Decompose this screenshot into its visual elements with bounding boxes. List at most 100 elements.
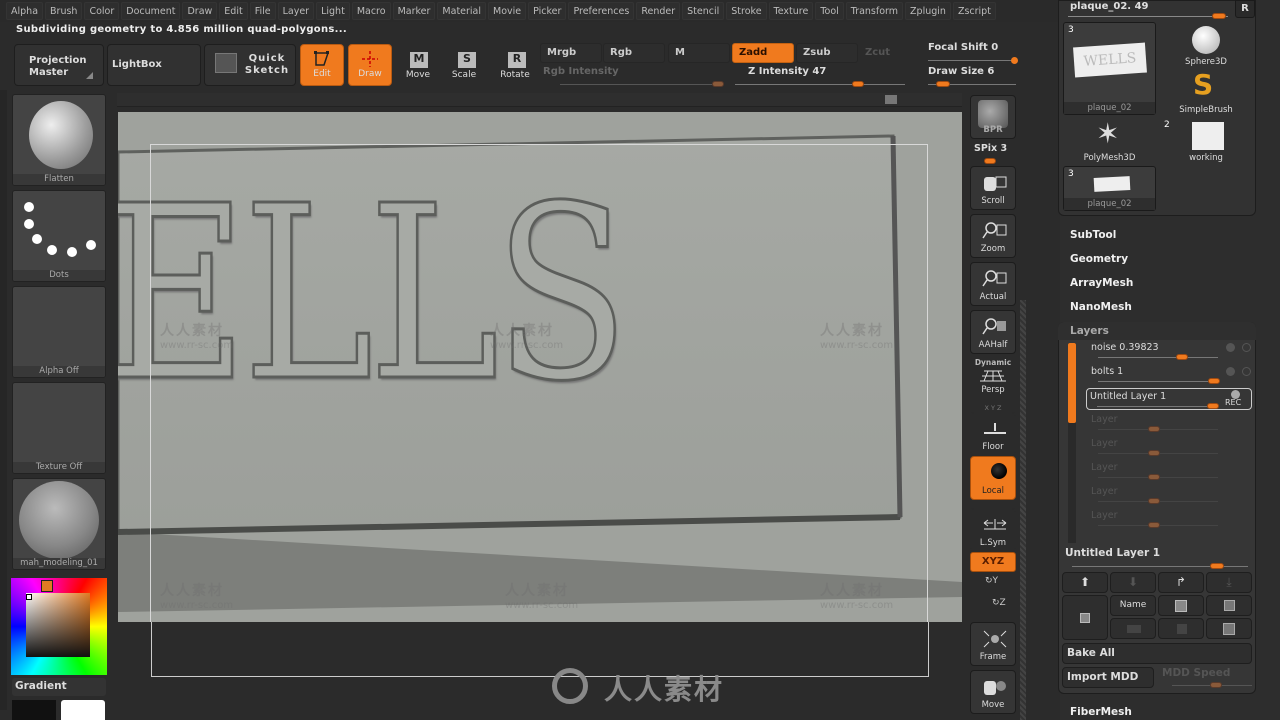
menu-alpha[interactable]: Alpha — [6, 2, 44, 20]
mdd-speed-knob[interactable] — [1210, 682, 1222, 688]
layer-record-toggle-icon[interactable] — [1242, 343, 1251, 352]
layer-row[interactable]: Layer — [1088, 436, 1253, 458]
layer-strength-knob[interactable] — [1148, 498, 1160, 504]
color-picker[interactable] — [11, 578, 107, 675]
layer-visibility-icon[interactable] — [1226, 367, 1235, 376]
menu-light[interactable]: Light — [316, 2, 350, 20]
layer-strength-knob[interactable] — [1176, 354, 1188, 360]
m-button[interactable]: M — [668, 43, 730, 63]
rgb-intensity-slider[interactable] — [560, 84, 720, 85]
edit-button[interactable]: Edit — [300, 44, 344, 86]
quick-sketch-button[interactable]: Quick Sketch — [204, 44, 296, 86]
layer-split-button[interactable]: ↱ — [1158, 572, 1204, 593]
tool-tile-polymesh3d[interactable]: ✶ PolyMesh3D — [1063, 118, 1156, 166]
layer-strength-knob[interactable] — [1208, 378, 1220, 384]
stroke-thumbnail[interactable]: Dots — [12, 190, 106, 282]
move-view-button[interactable]: Move — [970, 670, 1016, 714]
rotate-y-button[interactable]: ↻Y — [985, 576, 998, 586]
subtool-section[interactable]: SubTool — [1070, 229, 1116, 241]
move-button[interactable]: M Move — [398, 46, 438, 84]
scroll-button[interactable]: Scroll — [970, 166, 1016, 210]
tool-slider-knob[interactable] — [1212, 13, 1226, 19]
layer-visibility-icon[interactable] — [1226, 343, 1235, 352]
zcut-button[interactable]: Zcut — [858, 43, 908, 63]
tool-tile-plaque[interactable]: 3 WELLS plaque_02 — [1063, 22, 1156, 115]
floor-button[interactable]: Floor — [970, 412, 1016, 456]
nanomesh-section[interactable]: NanoMesh — [1070, 301, 1132, 313]
menu-tool[interactable]: Tool — [815, 2, 844, 20]
primary-color-swatch[interactable] — [61, 700, 105, 720]
tool-tile-working[interactable]: 2 working — [1160, 118, 1252, 166]
rotate-xyz-button[interactable]: XYZ — [970, 552, 1016, 572]
tool-tile-sphere3d[interactable]: Sphere3D — [1160, 22, 1252, 70]
lsym-button[interactable]: L.Sym — [970, 508, 1016, 552]
menu-zscript[interactable]: Zscript — [952, 2, 996, 20]
layer-strength-knob[interactable] — [1148, 426, 1160, 432]
r-button[interactable]: R — [1235, 0, 1255, 18]
local-button[interactable]: Local — [970, 456, 1016, 500]
layer-name-button[interactable]: Name — [1110, 595, 1156, 616]
persp-button[interactable]: Dynamic Persp — [970, 358, 1016, 398]
menu-marker[interactable]: Marker — [392, 2, 436, 20]
alpha-thumbnail[interactable]: Alpha Off — [12, 286, 106, 378]
bpr-button[interactable]: BPR — [970, 95, 1016, 139]
layer-record-toggle-icon[interactable] — [1242, 367, 1251, 376]
rgb-intensity-knob[interactable] — [712, 81, 724, 87]
duplicate-layer-button[interactable] — [1158, 595, 1204, 616]
layer-strength-slider[interactable] — [1098, 357, 1218, 358]
material-thumbnail[interactable]: mah_modeling_01 — [12, 478, 106, 570]
layer-strength-knob[interactable] — [1148, 474, 1160, 480]
layer-paste-button[interactable] — [1206, 618, 1252, 639]
menu-layer[interactable]: Layer — [277, 2, 315, 20]
delete-layer-button[interactable] — [1206, 595, 1252, 616]
bake-all-button[interactable]: Bake All — [1062, 643, 1252, 664]
scale-button[interactable]: S Scale — [444, 46, 484, 84]
brush-thumbnail[interactable]: Flatten — [12, 94, 106, 186]
ruler-handle[interactable] — [885, 95, 897, 104]
layer-strength-slider[interactable] — [1097, 406, 1217, 407]
menu-movie[interactable]: Movie — [488, 2, 527, 20]
zoom-button[interactable]: Zoom — [970, 214, 1016, 258]
focal-shift-knob[interactable] — [1011, 57, 1018, 64]
layer-merge-button[interactable]: ⤓ — [1206, 572, 1252, 593]
import-mdd-button[interactable]: Import MDD — [1062, 667, 1154, 688]
gradient-toggle[interactable]: Gradient — [12, 678, 106, 696]
actual-button[interactable]: Actual — [970, 262, 1016, 306]
texture-thumbnail[interactable]: Texture Off — [12, 382, 106, 474]
right-tray-edge[interactable] — [1020, 300, 1026, 720]
zadd-button[interactable]: Zadd — [732, 43, 794, 63]
draw-size-knob[interactable] — [936, 81, 950, 87]
layer-strength-knob[interactable] — [1207, 403, 1219, 409]
layer-row[interactable]: Layer — [1088, 484, 1253, 506]
color-picker-cursor[interactable] — [26, 594, 32, 600]
arraymesh-section[interactable]: ArrayMesh — [1070, 277, 1133, 289]
menu-texture[interactable]: Texture — [768, 2, 814, 20]
layer-row[interactable]: bolts 1 — [1088, 364, 1253, 386]
zsub-button[interactable]: Zsub — [796, 43, 858, 63]
menu-brush[interactable]: Brush — [45, 2, 83, 20]
layer-row[interactable]: Layer — [1088, 508, 1253, 530]
tool-tile-plaque-2[interactable]: 3 plaque_02 — [1063, 166, 1156, 211]
tool-slider[interactable] — [1068, 16, 1228, 17]
menu-stencil[interactable]: Stencil — [682, 2, 725, 20]
layer-row[interactable]: noise 0.39823 — [1088, 340, 1253, 362]
menu-stroke[interactable]: Stroke — [726, 2, 767, 20]
rgb-button[interactable]: Rgb — [603, 43, 665, 63]
projection-master-button[interactable]: Projection Master — [14, 44, 104, 86]
fibermesh-section[interactable]: FiberMesh — [1070, 706, 1132, 718]
new-layer-button[interactable] — [1062, 595, 1108, 640]
layer-strength-knob[interactable] — [1148, 450, 1160, 456]
focal-shift-slider[interactable] — [928, 60, 1016, 61]
aahalf-button[interactable]: AAHalf — [970, 310, 1016, 354]
menu-material[interactable]: Material — [437, 2, 487, 20]
z-intensity-knob[interactable] — [852, 81, 864, 87]
main-color-swatch[interactable] — [41, 580, 53, 592]
rotate-z-button[interactable]: ↻Z — [992, 598, 1006, 608]
secondary-color-swatch[interactable] — [12, 700, 56, 720]
menu-picker[interactable]: Picker — [528, 2, 567, 20]
menu-render[interactable]: Render — [636, 2, 681, 20]
layer-strength-knob[interactable] — [1148, 522, 1160, 528]
layer-row[interactable]: Layer — [1088, 412, 1253, 434]
menu-draw[interactable]: Draw — [182, 2, 218, 20]
layers-header[interactable]: Layers — [1058, 322, 1256, 340]
